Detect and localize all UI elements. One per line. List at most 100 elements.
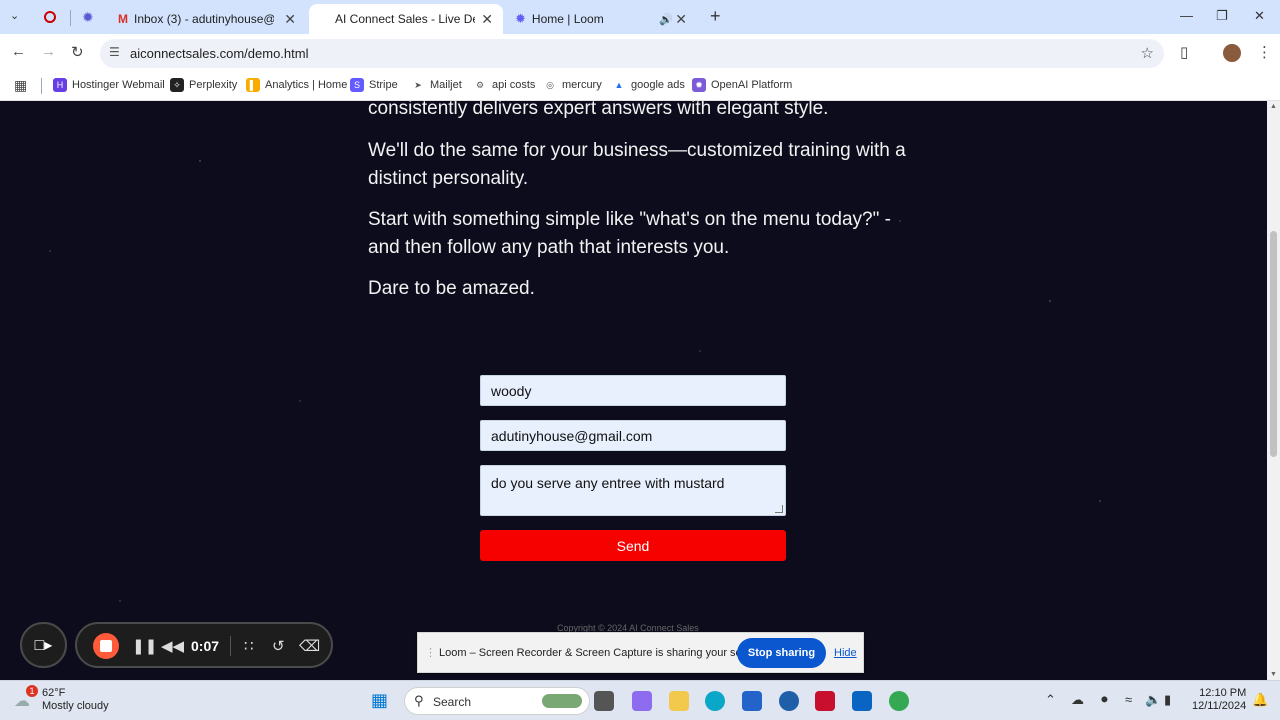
trash-icon[interactable]: ⌫	[299, 637, 320, 655]
resize-grip-icon[interactable]	[775, 505, 783, 513]
wifi-icon[interactable]: ≈	[1125, 692, 1132, 707]
new-tab-button[interactable]: +	[710, 6, 721, 27]
outlook-icon[interactable]	[852, 691, 872, 711]
stop-recording-button[interactable]	[93, 633, 119, 659]
intro-paragraph: We'll do the same for your business—cust…	[368, 140, 906, 189]
tab-ai-connect-sales[interactable]: AI Connect Sales - Live Demonstration ✕	[309, 4, 503, 34]
grid-icon[interactable]: ∷	[244, 637, 254, 655]
chrome-icon[interactable]	[889, 691, 909, 711]
record-tab-icon[interactable]	[44, 11, 56, 23]
close-window-button[interactable]: ✕	[1254, 8, 1265, 24]
loom-control-bar: ❚❚ ◀◀ 0:07 ∷ ↺ ⌫	[75, 622, 333, 668]
audio-playing-icon[interactable]: 🔊	[659, 13, 673, 26]
name-field[interactable]: woody	[480, 375, 786, 406]
hostinger-icon: H	[53, 78, 67, 92]
maximize-button[interactable]: ❐	[1216, 8, 1228, 24]
scrollbar-thumb[interactable]	[1270, 231, 1277, 457]
bookmark-stripe[interactable]: S Stripe	[350, 78, 398, 92]
camera-icon: □▸	[34, 637, 53, 654]
send-button[interactable]: Send	[480, 530, 786, 561]
notification-bell-icon[interactable]: 🔔	[1252, 692, 1268, 708]
bookmark-openai[interactable]: ✹ OpenAI Platform	[692, 78, 792, 92]
openai-icon: ✹	[692, 78, 706, 92]
bookmark-mailjet[interactable]: ➤ Mailjet	[411, 78, 462, 92]
pinned-tab-icon[interactable]: ✹	[82, 9, 94, 26]
scroll-up-icon[interactable]: ▲	[1270, 103, 1277, 110]
file-explorer-icon[interactable]	[669, 691, 689, 711]
system-clock[interactable]: 12:10 PM 12/11/2024	[1192, 687, 1246, 713]
browser-tab-bar: ⌄ ✹ M Inbox (3) - adutinyhouse@gmail.com…	[0, 0, 1280, 34]
address-bar[interactable]: ☰ aiconnectsales.com/demo.html ☆	[100, 39, 1164, 68]
bookmarks-bar: ▦ H Hostinger Webmail ✧ Perplexity ▌ Analyt…	[0, 72, 1280, 101]
gear-icon: ⚙	[473, 78, 487, 92]
rewind-icon[interactable]: ◀◀	[161, 637, 184, 655]
sharing-message: Loom – Screen Recorder & Screen Capture …	[439, 647, 767, 659]
tab-loom[interactable]: ✹ Home | Loom 🔊 ✕	[507, 4, 701, 34]
tab-search-icon[interactable]: ⌄	[10, 9, 19, 22]
pause-icon[interactable]: ❚❚	[132, 637, 157, 655]
bookmark-hostinger[interactable]: H Hostinger Webmail	[53, 78, 165, 92]
store-icon[interactable]	[742, 691, 762, 711]
taskbar-search[interactable]: ⚲ Search	[404, 687, 590, 715]
scrollbar[interactable]: ▲ ▼	[1267, 101, 1280, 680]
loom-camera-button[interactable]: □▸	[20, 622, 67, 668]
stop-icon	[100, 640, 112, 652]
microphone-icon[interactable]: ⚫	[1099, 692, 1110, 708]
volume-icon[interactable]: 🔈	[1145, 692, 1161, 708]
intro-paragraph: consistently delivers expert answers wit…	[368, 101, 829, 119]
page-content: consistently delivers expert answers wit…	[0, 101, 1267, 680]
forward-icon[interactable]: →	[41, 43, 56, 60]
gmail-icon: M	[118, 12, 128, 26]
site-info-icon[interactable]: ☰	[109, 45, 120, 59]
mcafee-icon[interactable]	[815, 691, 835, 711]
back-icon[interactable]: ←	[11, 43, 26, 60]
browser-toolbar: ← → ↻ ☰ aiconnectsales.com/demo.html ☆ ▯…	[0, 34, 1280, 72]
scroll-down-icon[interactable]: ▼	[1270, 671, 1277, 678]
bookmark-star-icon[interactable]: ☆	[1141, 44, 1154, 62]
loom-icon: ✹	[515, 11, 526, 26]
bookmark-analytics[interactable]: ▌ Analytics | Home	[246, 78, 347, 92]
show-hidden-icons[interactable]: ⌃	[1045, 692, 1056, 708]
stripe-icon: S	[350, 78, 364, 92]
perplexity-icon: ✧	[170, 78, 184, 92]
bookmark-api-costs[interactable]: ⚙ api costs	[473, 78, 535, 92]
mailjet-icon: ➤	[411, 78, 425, 92]
globe-icon: ◎	[543, 78, 557, 92]
email-field[interactable]: adutinyhouse@gmail.com	[480, 420, 786, 451]
close-tab-icon[interactable]: ✕	[675, 11, 687, 28]
intro-paragraph: Dare to be amazed.	[368, 278, 535, 299]
bookmark-mercury[interactable]: ◎ mercury	[543, 78, 602, 92]
bookmark-google-ads[interactable]: ▲ google ads	[612, 78, 685, 92]
minimize-button[interactable]: —	[1180, 8, 1193, 23]
avatar[interactable]	[1223, 44, 1241, 62]
windows-start-icon[interactable]: ▦	[371, 690, 388, 711]
apps-grid-icon[interactable]: ▦	[14, 77, 27, 94]
reload-icon[interactable]: ↻	[71, 43, 84, 61]
edge-icon[interactable]	[705, 691, 725, 711]
bookmark-perplexity[interactable]: ✧ Perplexity	[170, 78, 237, 92]
stop-sharing-button[interactable]: Stop sharing	[737, 638, 826, 668]
weather-widget[interactable]: 62°F Mostly cloudy	[42, 687, 109, 713]
recording-timer: 0:07	[191, 638, 220, 654]
analytics-icon: ▌	[246, 78, 260, 92]
hide-link[interactable]: Hide	[834, 647, 857, 659]
search-icon: ⚲	[414, 693, 424, 708]
google-ads-icon: ▲	[612, 78, 626, 92]
onedrive-icon[interactable]: ☁	[1071, 692, 1084, 708]
drag-handle-icon[interactable]: ⋮	[425, 646, 436, 659]
extensions-icon[interactable]: ▯	[1180, 43, 1188, 61]
close-tab-icon[interactable]: ✕	[284, 11, 296, 28]
copilot-icon[interactable]	[632, 691, 652, 711]
dell-icon[interactable]	[779, 691, 799, 711]
intro-paragraph: Start with something simple like "what's…	[368, 209, 891, 258]
close-tab-icon[interactable]: ✕	[481, 11, 493, 28]
restart-icon[interactable]: ↺	[272, 637, 285, 655]
search-highlight-icon	[542, 694, 582, 708]
task-view-icon[interactable]	[594, 691, 614, 711]
tab-gmail[interactable]: M Inbox (3) - adutinyhouse@gmail.com ✕	[110, 4, 306, 34]
screen-sharing-bar: ⋮ Loom – Screen Recorder & Screen Captur…	[417, 632, 864, 673]
taskbar: ☁ 1 62°F Mostly cloudy ▦ ⚲ Search ⌃ ☁ ⚫ …	[0, 680, 1280, 720]
menu-icon[interactable]: ⋮	[1257, 43, 1272, 61]
battery-icon[interactable]: ▮	[1164, 692, 1171, 708]
message-textarea[interactable]: do you serve any entree with mustard	[480, 465, 786, 516]
